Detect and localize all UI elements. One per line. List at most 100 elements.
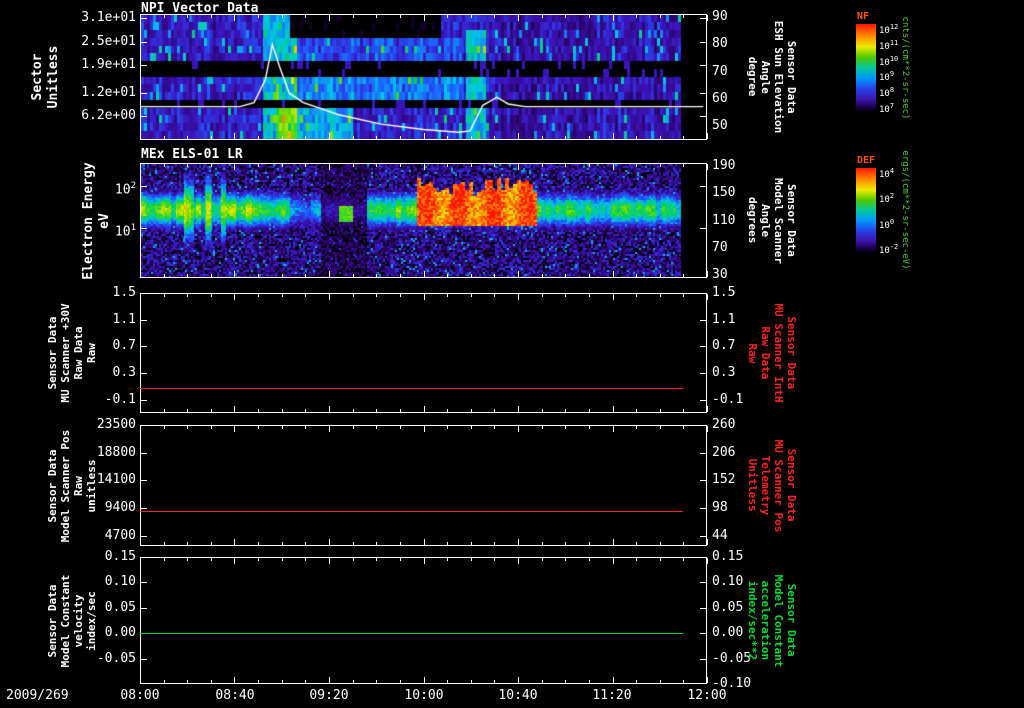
x-tickmark bbox=[447, 426, 448, 429]
x-tickmark bbox=[305, 409, 306, 412]
x-tickmark bbox=[305, 680, 306, 683]
x-tickmark bbox=[447, 680, 448, 683]
y-tickmark bbox=[700, 633, 706, 634]
x-tickmark bbox=[613, 133, 614, 139]
x-tickmark bbox=[305, 558, 306, 561]
x-tickmark bbox=[305, 542, 306, 545]
x-tickmark bbox=[613, 271, 614, 277]
x-tickmark bbox=[636, 274, 637, 277]
x-tickmark bbox=[683, 409, 684, 412]
left-tick-label: 0.15 bbox=[104, 549, 136, 564]
x-tickmark bbox=[636, 542, 637, 545]
x-tickmark bbox=[376, 274, 377, 277]
x-tickmark bbox=[613, 558, 614, 564]
x-tickmark bbox=[494, 680, 495, 683]
x-tickmark bbox=[447, 409, 448, 412]
x-tickmark bbox=[447, 164, 448, 167]
nf-colorbar-tick-label: 1012 bbox=[879, 23, 899, 36]
x-tickmark bbox=[424, 271, 425, 277]
x-tickmark bbox=[282, 136, 283, 139]
y-tickmark bbox=[141, 228, 147, 229]
left-tick-label: 102 bbox=[114, 181, 136, 198]
x-tickmark bbox=[518, 164, 519, 170]
x-tickmark bbox=[140, 15, 141, 21]
x-tickmark bbox=[542, 409, 543, 412]
x-tickmark bbox=[211, 274, 212, 277]
data-series-line bbox=[140, 388, 683, 389]
x-tickmark bbox=[424, 539, 425, 545]
x-tick-label: 10:40 bbox=[498, 688, 538, 703]
x-tickmark bbox=[353, 426, 354, 429]
y-tickmark bbox=[700, 508, 706, 509]
x-tickmark bbox=[140, 406, 141, 412]
x-tickmark bbox=[471, 558, 472, 561]
x-tickmark bbox=[424, 426, 425, 432]
right-tick-label: 30 bbox=[712, 266, 728, 282]
x-tickmark bbox=[211, 558, 212, 561]
def-colorbar-unit: ergs/(cm**2-sr-sec-eV) bbox=[900, 150, 910, 270]
x-tickmark bbox=[518, 294, 519, 300]
right-tick-label: 50 bbox=[712, 118, 728, 134]
def-colorbar-gradient bbox=[856, 168, 876, 253]
x-tickmark bbox=[518, 539, 519, 545]
x-tickmark bbox=[589, 15, 590, 18]
x-tickmark bbox=[187, 680, 188, 683]
x-tickmark bbox=[565, 409, 566, 412]
x-tickmark bbox=[187, 542, 188, 545]
x-tickmark bbox=[282, 15, 283, 18]
right-tick-label: 90 bbox=[712, 8, 728, 24]
x-tickmark bbox=[140, 426, 141, 432]
x-tickmark bbox=[329, 133, 330, 139]
left-axis-label: Sensor Data Model Constant velocity inde… bbox=[46, 574, 98, 667]
def-colorbar-tick-label: 10-2 bbox=[879, 243, 899, 256]
x-tickmark bbox=[376, 15, 377, 18]
y-tickmark bbox=[141, 186, 147, 187]
x-tickmark bbox=[660, 15, 661, 18]
x-tickmark bbox=[589, 164, 590, 167]
x-tickmark bbox=[542, 274, 543, 277]
x-tickmark bbox=[234, 406, 235, 412]
right-tick-label: 206 bbox=[712, 444, 736, 460]
x-tickmark bbox=[140, 558, 141, 564]
nf-colorbar-title: NF bbox=[857, 11, 870, 22]
x-tickmark bbox=[565, 426, 566, 429]
y-tickmark bbox=[141, 65, 147, 66]
x-tickmark bbox=[471, 426, 472, 429]
y-tickmark bbox=[141, 582, 147, 583]
right-tick-label: 60 bbox=[712, 90, 728, 106]
left-axis-label: Electron Energy eV bbox=[81, 161, 112, 280]
x-tickmark bbox=[353, 542, 354, 545]
right-tick-label: 98 bbox=[712, 500, 728, 516]
x-tickmark bbox=[164, 542, 165, 545]
x-tickmark bbox=[400, 558, 401, 561]
x-tickmark bbox=[613, 426, 614, 432]
x-tickmark bbox=[258, 294, 259, 297]
x-tickmark bbox=[660, 426, 661, 429]
right-tick-label: 0.3 bbox=[712, 365, 736, 380]
x-tickmark bbox=[424, 133, 425, 139]
x-tickmark bbox=[636, 164, 637, 167]
x-tickmark bbox=[542, 542, 543, 545]
y-tickmark bbox=[141, 93, 147, 94]
x-tickmark bbox=[211, 164, 212, 167]
x-tickmark bbox=[211, 426, 212, 429]
right-tick-label: 1.5 bbox=[712, 285, 736, 300]
x-tickmark bbox=[707, 558, 708, 564]
x-tickmark bbox=[282, 680, 283, 683]
left-tick-label: 3.1e+01 bbox=[81, 9, 136, 25]
x-tickmark bbox=[565, 542, 566, 545]
y-tickmark bbox=[700, 293, 706, 294]
y-tickmark bbox=[700, 346, 706, 347]
x-tickmark bbox=[565, 164, 566, 167]
x-tickmark bbox=[683, 15, 684, 18]
left-tick-label: 101 bbox=[114, 222, 136, 240]
left-tick-label: 1.2e+01 bbox=[81, 84, 136, 100]
x-tickmark bbox=[400, 542, 401, 545]
x-tickmark bbox=[542, 294, 543, 297]
x-tickmark bbox=[494, 426, 495, 429]
x-tickmark bbox=[494, 294, 495, 297]
x-tickmark bbox=[707, 406, 708, 412]
x-tickmark bbox=[305, 426, 306, 429]
x-tickmark bbox=[494, 409, 495, 412]
x-tickmark bbox=[542, 680, 543, 683]
